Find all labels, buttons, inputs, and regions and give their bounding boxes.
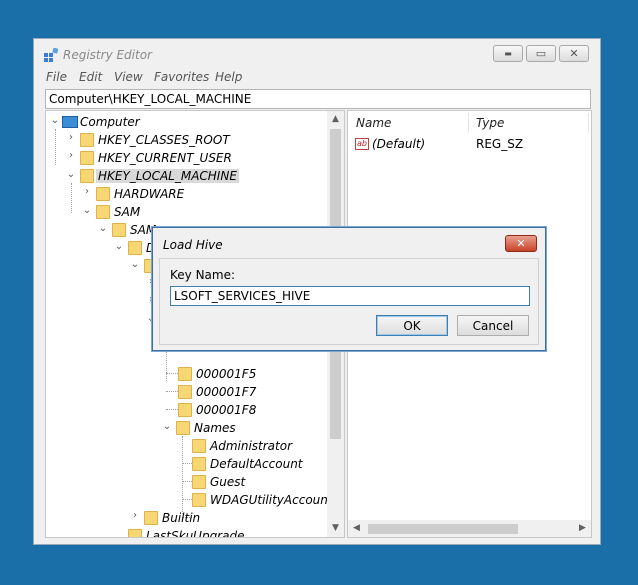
ok-button[interactable]: OK	[376, 315, 448, 336]
close-icon: ✕	[569, 47, 579, 60]
key-name-input[interactable]	[170, 286, 530, 306]
cancel-button[interactable]: Cancel	[457, 315, 529, 336]
folder-icon	[112, 223, 126, 237]
maximize-button[interactable]: ▭	[526, 45, 556, 62]
minimize-button[interactable]: ▬	[493, 45, 523, 62]
collapse-account-icon[interactable]: ⌄	[130, 259, 140, 271]
address-bar[interactable]: Computer\HKEY_LOCAL_MACHINE	[45, 89, 591, 109]
expand-builtin-icon[interactable]: ›	[130, 510, 140, 522]
folder-icon	[96, 187, 110, 201]
scroll-right-icon[interactable]: ▶	[574, 520, 591, 537]
menu-favorites[interactable]: Favorites	[154, 70, 209, 84]
expand-hkcu-icon[interactable]: ›	[66, 150, 76, 162]
tree-guide-line	[182, 481, 192, 482]
column-separator[interactable]	[468, 113, 469, 133]
tree-guide-line	[166, 373, 178, 374]
menu-edit[interactable]: Edit	[79, 70, 102, 84]
folder-icon	[128, 529, 142, 537]
column-header-type[interactable]: Type	[476, 116, 504, 130]
load-hive-dialog: Load Hive ✕ Key Name: OK Cancel	[152, 227, 546, 351]
tree-guide-line	[166, 391, 178, 392]
collapse-sam-icon[interactable]: ⌄	[82, 205, 92, 217]
dialog-title: Load Hive	[163, 238, 223, 252]
folder-icon	[176, 421, 190, 435]
folder-icon	[96, 205, 110, 219]
maximize-icon: ▭	[535, 47, 547, 60]
menu-bar: File Edit View Favorites Help	[34, 69, 600, 87]
computer-icon	[62, 116, 78, 128]
expand-hkcr-icon[interactable]: ›	[66, 132, 76, 144]
tree-guide-line	[182, 463, 192, 464]
values-horizontal-scrollbar[interactable]: ◀ ▶	[348, 520, 591, 537]
value-type-default[interactable]: REG_SZ	[476, 137, 523, 151]
tree-guide-line	[55, 129, 56, 165]
menu-help[interactable]: Help	[215, 70, 242, 84]
scroll-up-icon[interactable]: ▲	[327, 111, 344, 128]
values-scroll-thumb[interactable]	[368, 524, 518, 534]
dialog-title-bar[interactable]: Load Hive ✕	[153, 228, 545, 258]
registry-app-icon	[44, 48, 58, 62]
column-separator[interactable]	[588, 113, 589, 133]
folder-icon	[192, 493, 206, 507]
close-icon: ✕	[516, 237, 526, 250]
window-title: Registry Editor	[63, 48, 152, 62]
close-button[interactable]: ✕	[559, 45, 589, 62]
tree-guide-line	[182, 436, 183, 514]
tree-guide-line	[71, 183, 72, 213]
minimize-icon: ▬	[504, 49, 512, 58]
tree-guide-line	[182, 499, 192, 500]
folder-icon	[178, 367, 192, 381]
menu-file[interactable]: File	[46, 70, 67, 84]
folder-icon	[144, 511, 158, 525]
folder-icon	[128, 241, 142, 255]
column-header-name[interactable]: Name	[356, 116, 391, 130]
scroll-left-icon[interactable]: ◀	[348, 520, 365, 537]
dialog-close-button[interactable]: ✕	[505, 235, 537, 252]
scroll-down-icon[interactable]: ▼	[327, 520, 344, 537]
folder-icon	[80, 169, 94, 183]
tree-guide-line	[166, 409, 178, 410]
string-value-icon: ab	[355, 138, 369, 150]
folder-icon	[192, 457, 206, 471]
key-name-label: Key Name:	[170, 268, 236, 282]
dialog-body: Key Name: OK Cancel	[159, 258, 539, 345]
folder-icon	[80, 151, 94, 165]
collapse-names-icon[interactable]: ⌄	[162, 421, 172, 433]
folder-icon	[80, 133, 94, 147]
menu-view[interactable]: View	[114, 70, 143, 84]
expand-hardware-icon[interactable]: ›	[82, 186, 92, 198]
collapse-hklm-icon[interactable]: ⌄	[66, 169, 76, 181]
collapse-sam-sub-icon[interactable]: ⌄	[98, 223, 108, 235]
folder-icon	[192, 439, 206, 453]
folder-icon	[178, 403, 192, 417]
folder-icon	[192, 475, 206, 489]
collapse-computer-icon[interactable]: ⌄	[50, 115, 60, 127]
value-name-default[interactable]: (Default)	[372, 137, 425, 151]
folder-icon	[178, 385, 192, 399]
collapse-domains-icon[interactable]: ⌄	[114, 241, 124, 253]
title-bar[interactable]: Registry Editor ▬ ▭ ✕	[34, 39, 600, 69]
